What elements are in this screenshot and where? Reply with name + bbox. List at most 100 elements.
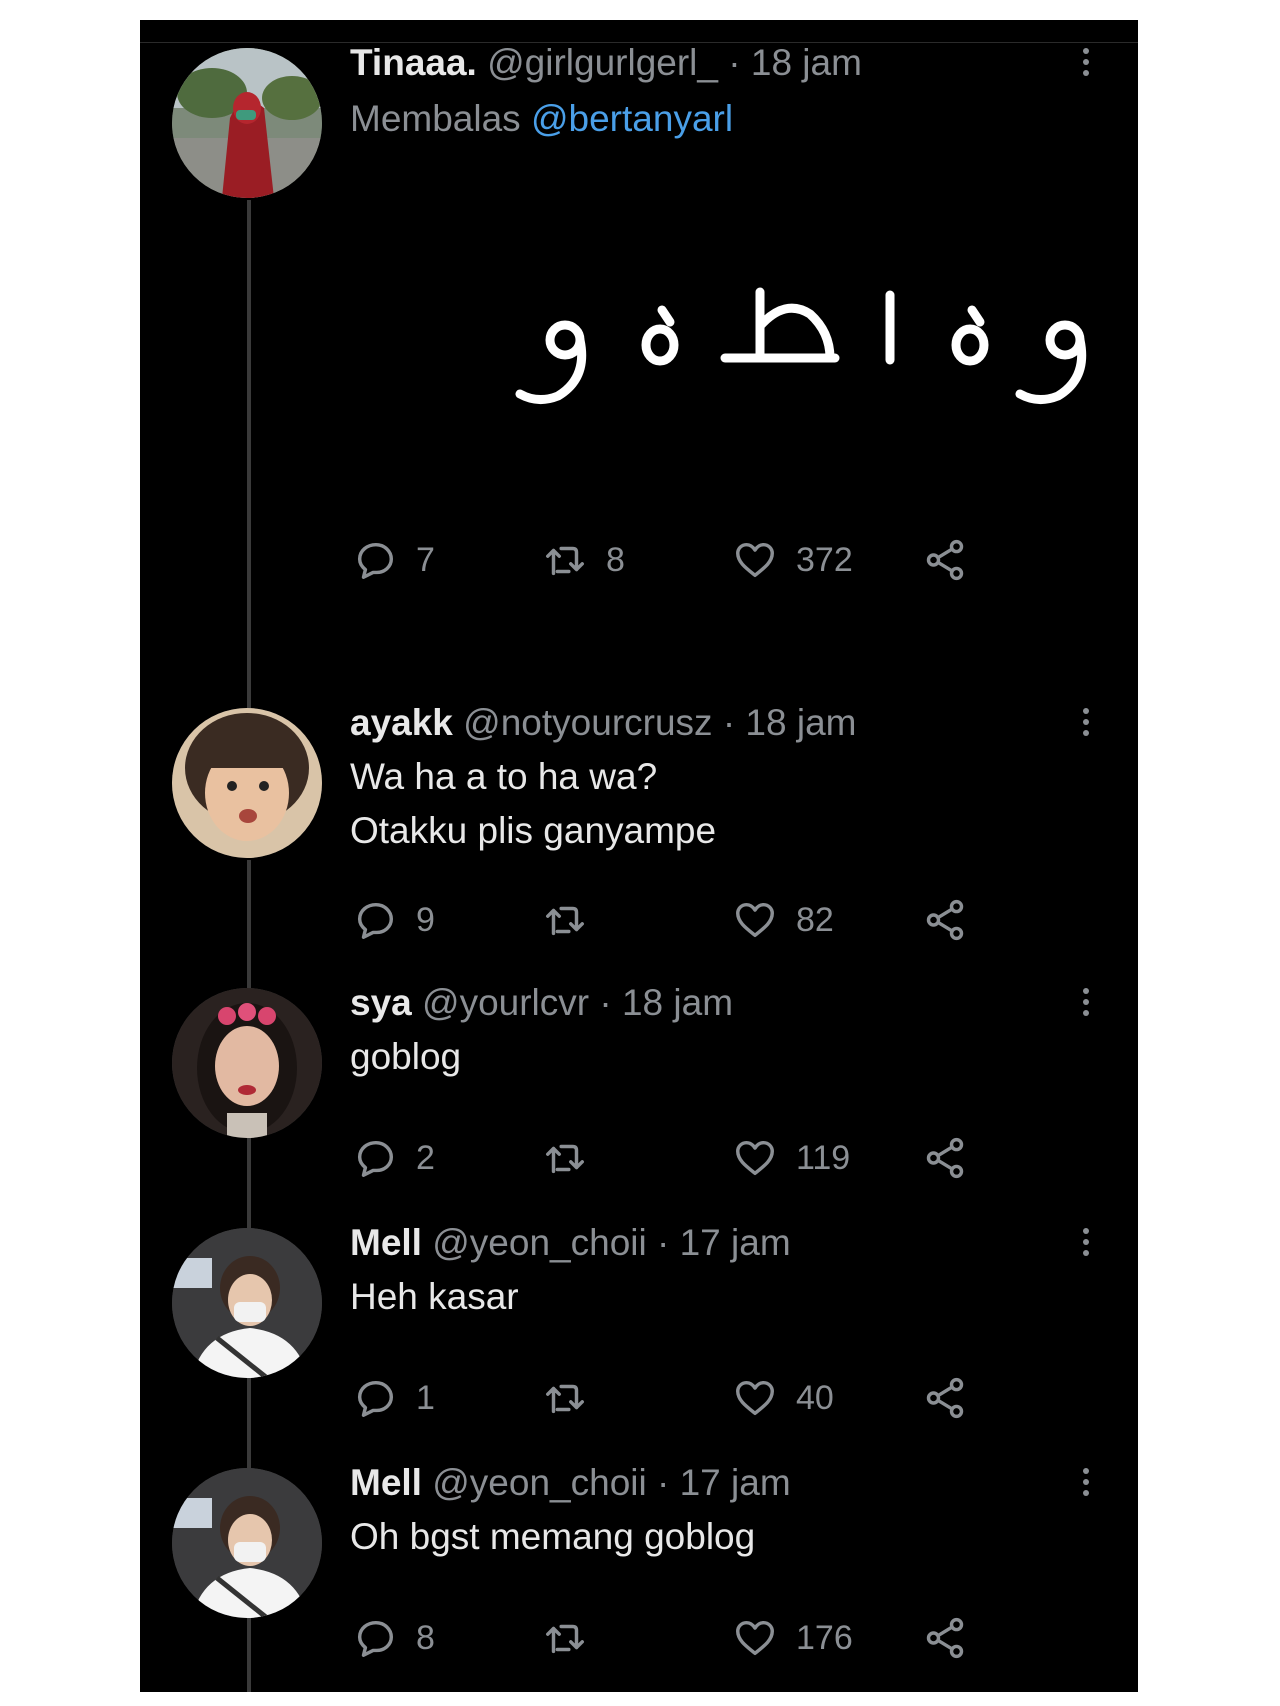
like-count: 119: [796, 1138, 851, 1177]
reply-count: 2: [416, 1138, 435, 1177]
like-count: 176: [796, 1618, 853, 1657]
reply-icon: [357, 1380, 394, 1417]
more-icon[interactable]: [1080, 1468, 1092, 1501]
reply-count: 9: [416, 900, 435, 939]
reply-icon: [357, 1140, 394, 1177]
avatar-image: [172, 988, 322, 1138]
tweet-text-line: Otakku plis ganyampe: [350, 810, 717, 851]
reply-prefix: Membalas: [350, 98, 521, 139]
timestamp[interactable]: · 18 jam: [599, 982, 733, 1023]
avatar[interactable]: [172, 1228, 322, 1378]
handle[interactable]: @yeon_choii: [432, 1222, 646, 1263]
tweet-header: sya @yourlcvr · 18 jam: [350, 982, 733, 1024]
reply-button[interactable]: 8: [352, 1613, 435, 1663]
share-icon: [926, 1617, 964, 1659]
tweet-actions: 8 176: [352, 1613, 1138, 1663]
handle[interactable]: @yourlcvr: [422, 982, 589, 1023]
display-name[interactable]: Mell: [350, 1222, 422, 1263]
retweet-button[interactable]: 8: [542, 535, 625, 585]
thread-line: [247, 1610, 251, 1692]
handle[interactable]: @notyourcrusz: [463, 702, 712, 743]
thread-line: [247, 200, 251, 720]
retweet-icon: [546, 546, 584, 576]
timestamp[interactable]: · 17 jam: [657, 1462, 791, 1503]
avatar[interactable]: [172, 1468, 322, 1618]
more-icon[interactable]: [1080, 988, 1092, 1021]
like-button[interactable]: 372: [732, 535, 853, 585]
avatar-image: [172, 48, 322, 198]
share-icon: [926, 539, 964, 581]
like-count: 372: [796, 540, 853, 579]
display-name[interactable]: Mell: [350, 1462, 422, 1503]
avatar-image: [172, 708, 322, 858]
like-button[interactable]: 119: [732, 1133, 850, 1183]
retweet-count: 8: [606, 540, 625, 579]
reply-count: 8: [416, 1618, 435, 1657]
reply-count: 7: [416, 540, 435, 579]
tweet-text: goblog: [350, 1030, 461, 1084]
retweet-button[interactable]: [542, 895, 606, 945]
retweet-button[interactable]: [542, 1373, 606, 1423]
reply-button[interactable]: 1: [352, 1373, 435, 1423]
handle[interactable]: @yeon_choii: [432, 1462, 646, 1503]
tweet-header: Mell @yeon_choii · 17 jam: [350, 1222, 791, 1264]
tweet-text-line: Wa ha a to ha wa?: [350, 756, 658, 797]
tweet-text: Wa ha a to ha wa? Otakku plis ganyampe: [350, 750, 716, 858]
tweet-actions: 1 40: [352, 1373, 1138, 1423]
like-button[interactable]: 82: [732, 895, 834, 945]
like-count: 40: [796, 1378, 834, 1417]
like-icon: [736, 542, 774, 578]
timestamp[interactable]: · 18 jam: [728, 42, 862, 83]
like-count: 82: [796, 900, 834, 939]
like-icon: [736, 1380, 774, 1416]
avatar[interactable]: [172, 708, 322, 858]
tweet-actions: 2 119: [352, 1133, 1138, 1183]
timestamp[interactable]: · 17 jam: [657, 1222, 791, 1263]
share-icon: [926, 1377, 964, 1419]
timeline-screen: Tinaaa. @girlgurlgerl_ · 18 jam Membalas…: [140, 20, 1138, 1692]
reply-button[interactable]: 2: [352, 1133, 435, 1183]
tweet-text-line: Oh bgst memang goblog: [350, 1516, 756, 1557]
share-button[interactable]: [922, 895, 986, 945]
reply-icon: [357, 902, 394, 939]
reply-button[interactable]: 7: [352, 535, 435, 585]
retweet-icon: [546, 1624, 584, 1654]
handle[interactable]: @girlgurlgerl_: [487, 42, 718, 83]
more-icon[interactable]: [1080, 48, 1092, 81]
like-icon: [736, 1620, 774, 1656]
tweet-text: Heh kasar: [350, 1270, 519, 1324]
reply-icon: [357, 1620, 394, 1657]
share-button[interactable]: [922, 535, 986, 585]
more-icon[interactable]: [1080, 708, 1092, 741]
like-button[interactable]: 176: [732, 1613, 853, 1663]
timestamp[interactable]: · 18 jam: [723, 702, 857, 743]
retweet-button[interactable]: [542, 1133, 606, 1183]
like-icon: [736, 1140, 774, 1176]
tweet-header: ayakk @notyourcrusz · 18 jam: [350, 702, 856, 744]
stylized-word-image: [390, 280, 1138, 440]
retweet-icon: [546, 1144, 584, 1174]
like-button[interactable]: 40: [732, 1373, 834, 1423]
thread-line: [247, 860, 251, 1000]
reply-button[interactable]: 9: [352, 895, 435, 945]
more-icon[interactable]: [1080, 1228, 1092, 1261]
reply-mention-link[interactable]: @bertanyarl: [531, 98, 733, 139]
share-button[interactable]: [922, 1133, 986, 1183]
share-button[interactable]: [922, 1613, 986, 1663]
display-name[interactable]: Tinaaa.: [350, 42, 477, 83]
display-name[interactable]: ayakk: [350, 702, 453, 743]
like-icon: [736, 902, 774, 938]
display-name[interactable]: sya: [350, 982, 412, 1023]
retweet-icon: [546, 906, 584, 936]
tweet-text-line: Heh kasar: [350, 1276, 519, 1317]
retweet-button[interactable]: [542, 1613, 606, 1663]
share-icon: [926, 1137, 964, 1179]
tweet-actions: 9 82: [352, 895, 1138, 945]
share-button[interactable]: [922, 1373, 986, 1423]
avatar[interactable]: [172, 988, 322, 1138]
tweet-text: Oh bgst memang goblog: [350, 1510, 755, 1564]
reply-icon: [357, 542, 394, 579]
thread-line: [247, 1130, 251, 1240]
avatar[interactable]: [172, 48, 322, 198]
tweet-actions: 7 8 372: [352, 535, 1138, 585]
